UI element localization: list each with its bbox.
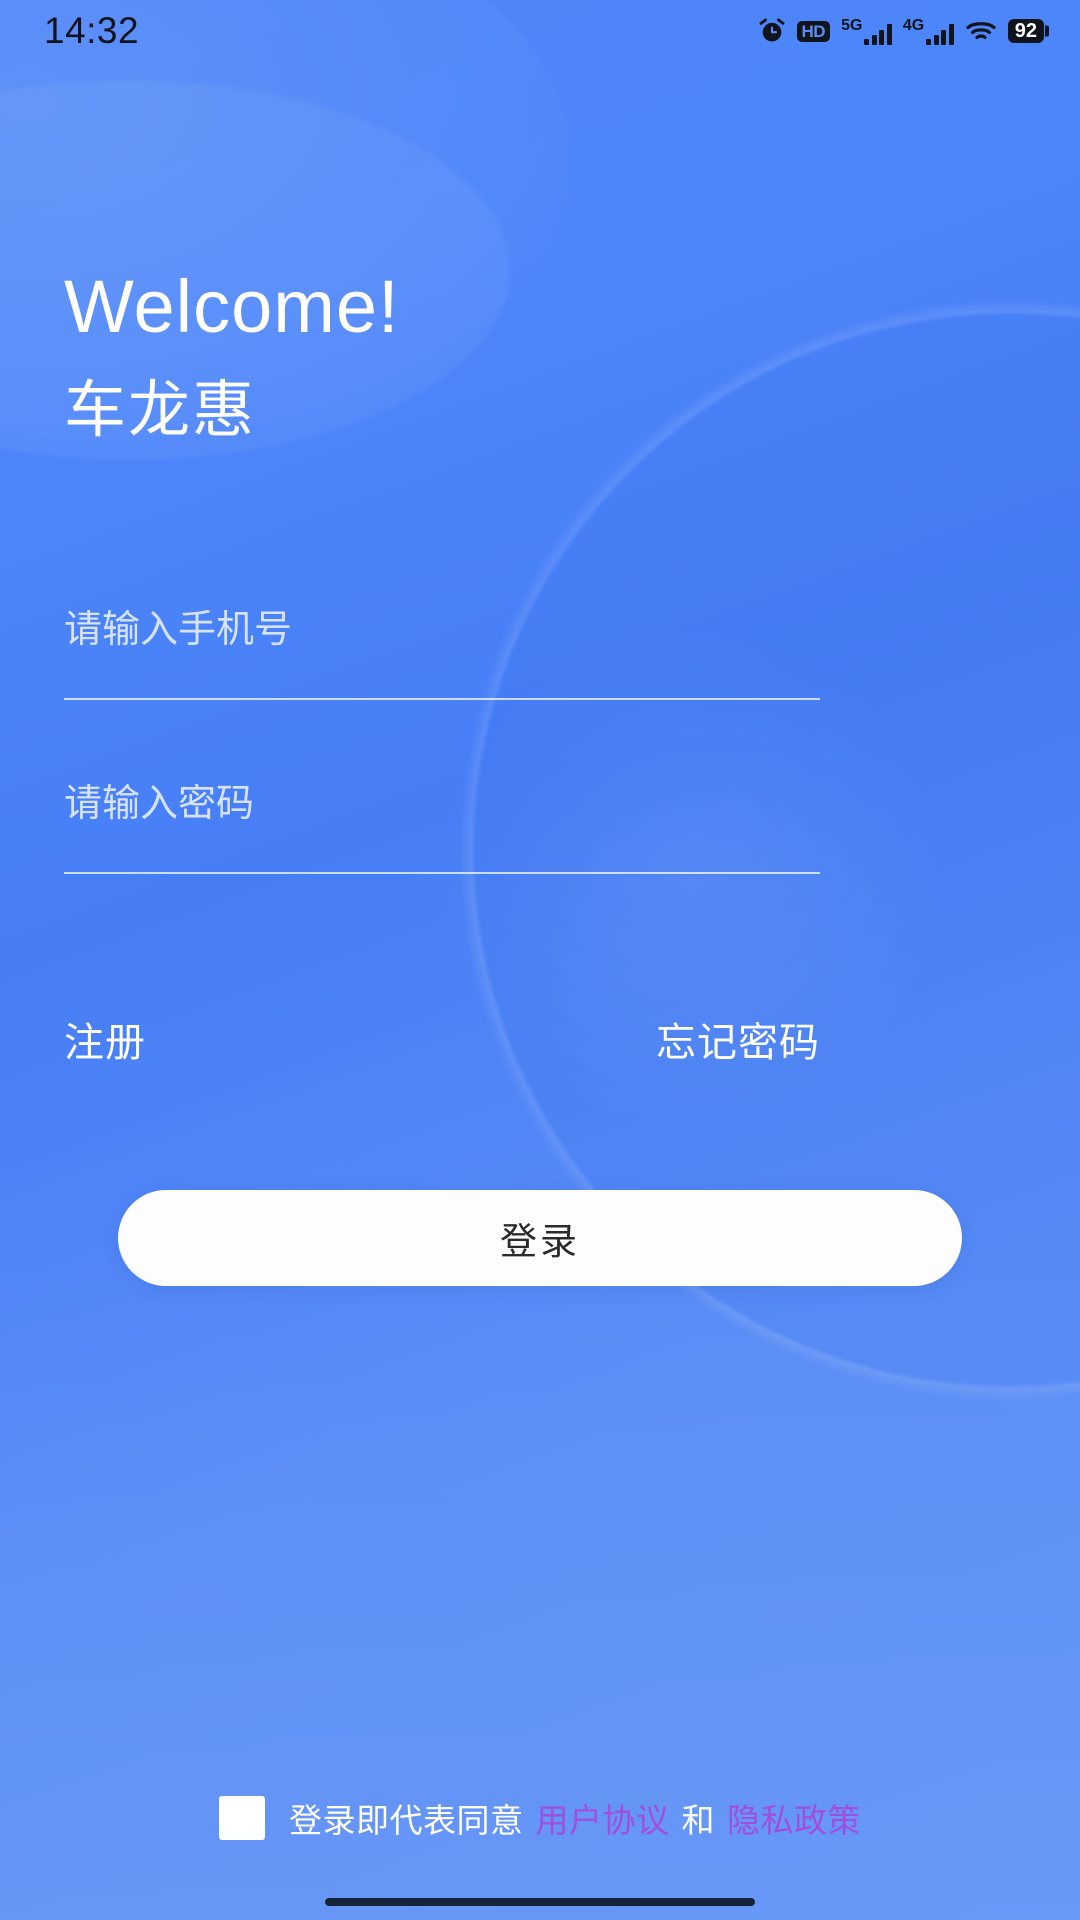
battery-icon: 92 xyxy=(1008,19,1044,43)
hd-volte-icon: HD xyxy=(797,21,831,42)
phone-input[interactable] xyxy=(64,610,820,700)
wifi-icon xyxy=(965,18,997,44)
background-circle-top xyxy=(0,0,570,440)
login-form xyxy=(64,610,820,874)
signal-4g-icon: 4G xyxy=(903,18,954,45)
links-row: 注册 忘记密码 xyxy=(64,1010,820,1068)
phone-field xyxy=(64,610,820,700)
login-button[interactable]: 登录 xyxy=(118,1190,962,1286)
login-screen: 14:32 HD 5G 4G xyxy=(0,0,1080,1920)
agreement-conjunction-text: 和 xyxy=(682,1794,716,1842)
password-field xyxy=(64,784,820,874)
agreement-prefix-text: 登录即代表同意 xyxy=(289,1794,524,1842)
phone-underline xyxy=(64,698,820,700)
status-icons: HD 5G 4G 92 xyxy=(758,17,1045,45)
status-clock: 14:32 xyxy=(44,10,139,52)
agreement-row: 登录即代表同意 用户协议 和 隐私政策 xyxy=(0,1794,1080,1842)
privacy-policy-link[interactable]: 隐私政策 xyxy=(727,1794,861,1842)
welcome-heading: Welcome! xyxy=(64,270,400,344)
password-input[interactable] xyxy=(64,784,820,874)
home-indicator[interactable] xyxy=(325,1898,755,1906)
password-underline xyxy=(64,872,820,874)
register-link[interactable]: 注册 xyxy=(64,1010,146,1068)
alarm-icon xyxy=(758,17,786,45)
agreement-checkbox[interactable] xyxy=(219,1796,265,1840)
status-bar: 14:32 HD 5G 4G xyxy=(0,0,1080,62)
user-agreement-link[interactable]: 用户协议 xyxy=(536,1794,670,1842)
app-name: 车龙惠 xyxy=(64,380,256,442)
forgot-password-link[interactable]: 忘记密码 xyxy=(656,1010,820,1068)
signal-5g-icon: 5G xyxy=(841,18,892,45)
